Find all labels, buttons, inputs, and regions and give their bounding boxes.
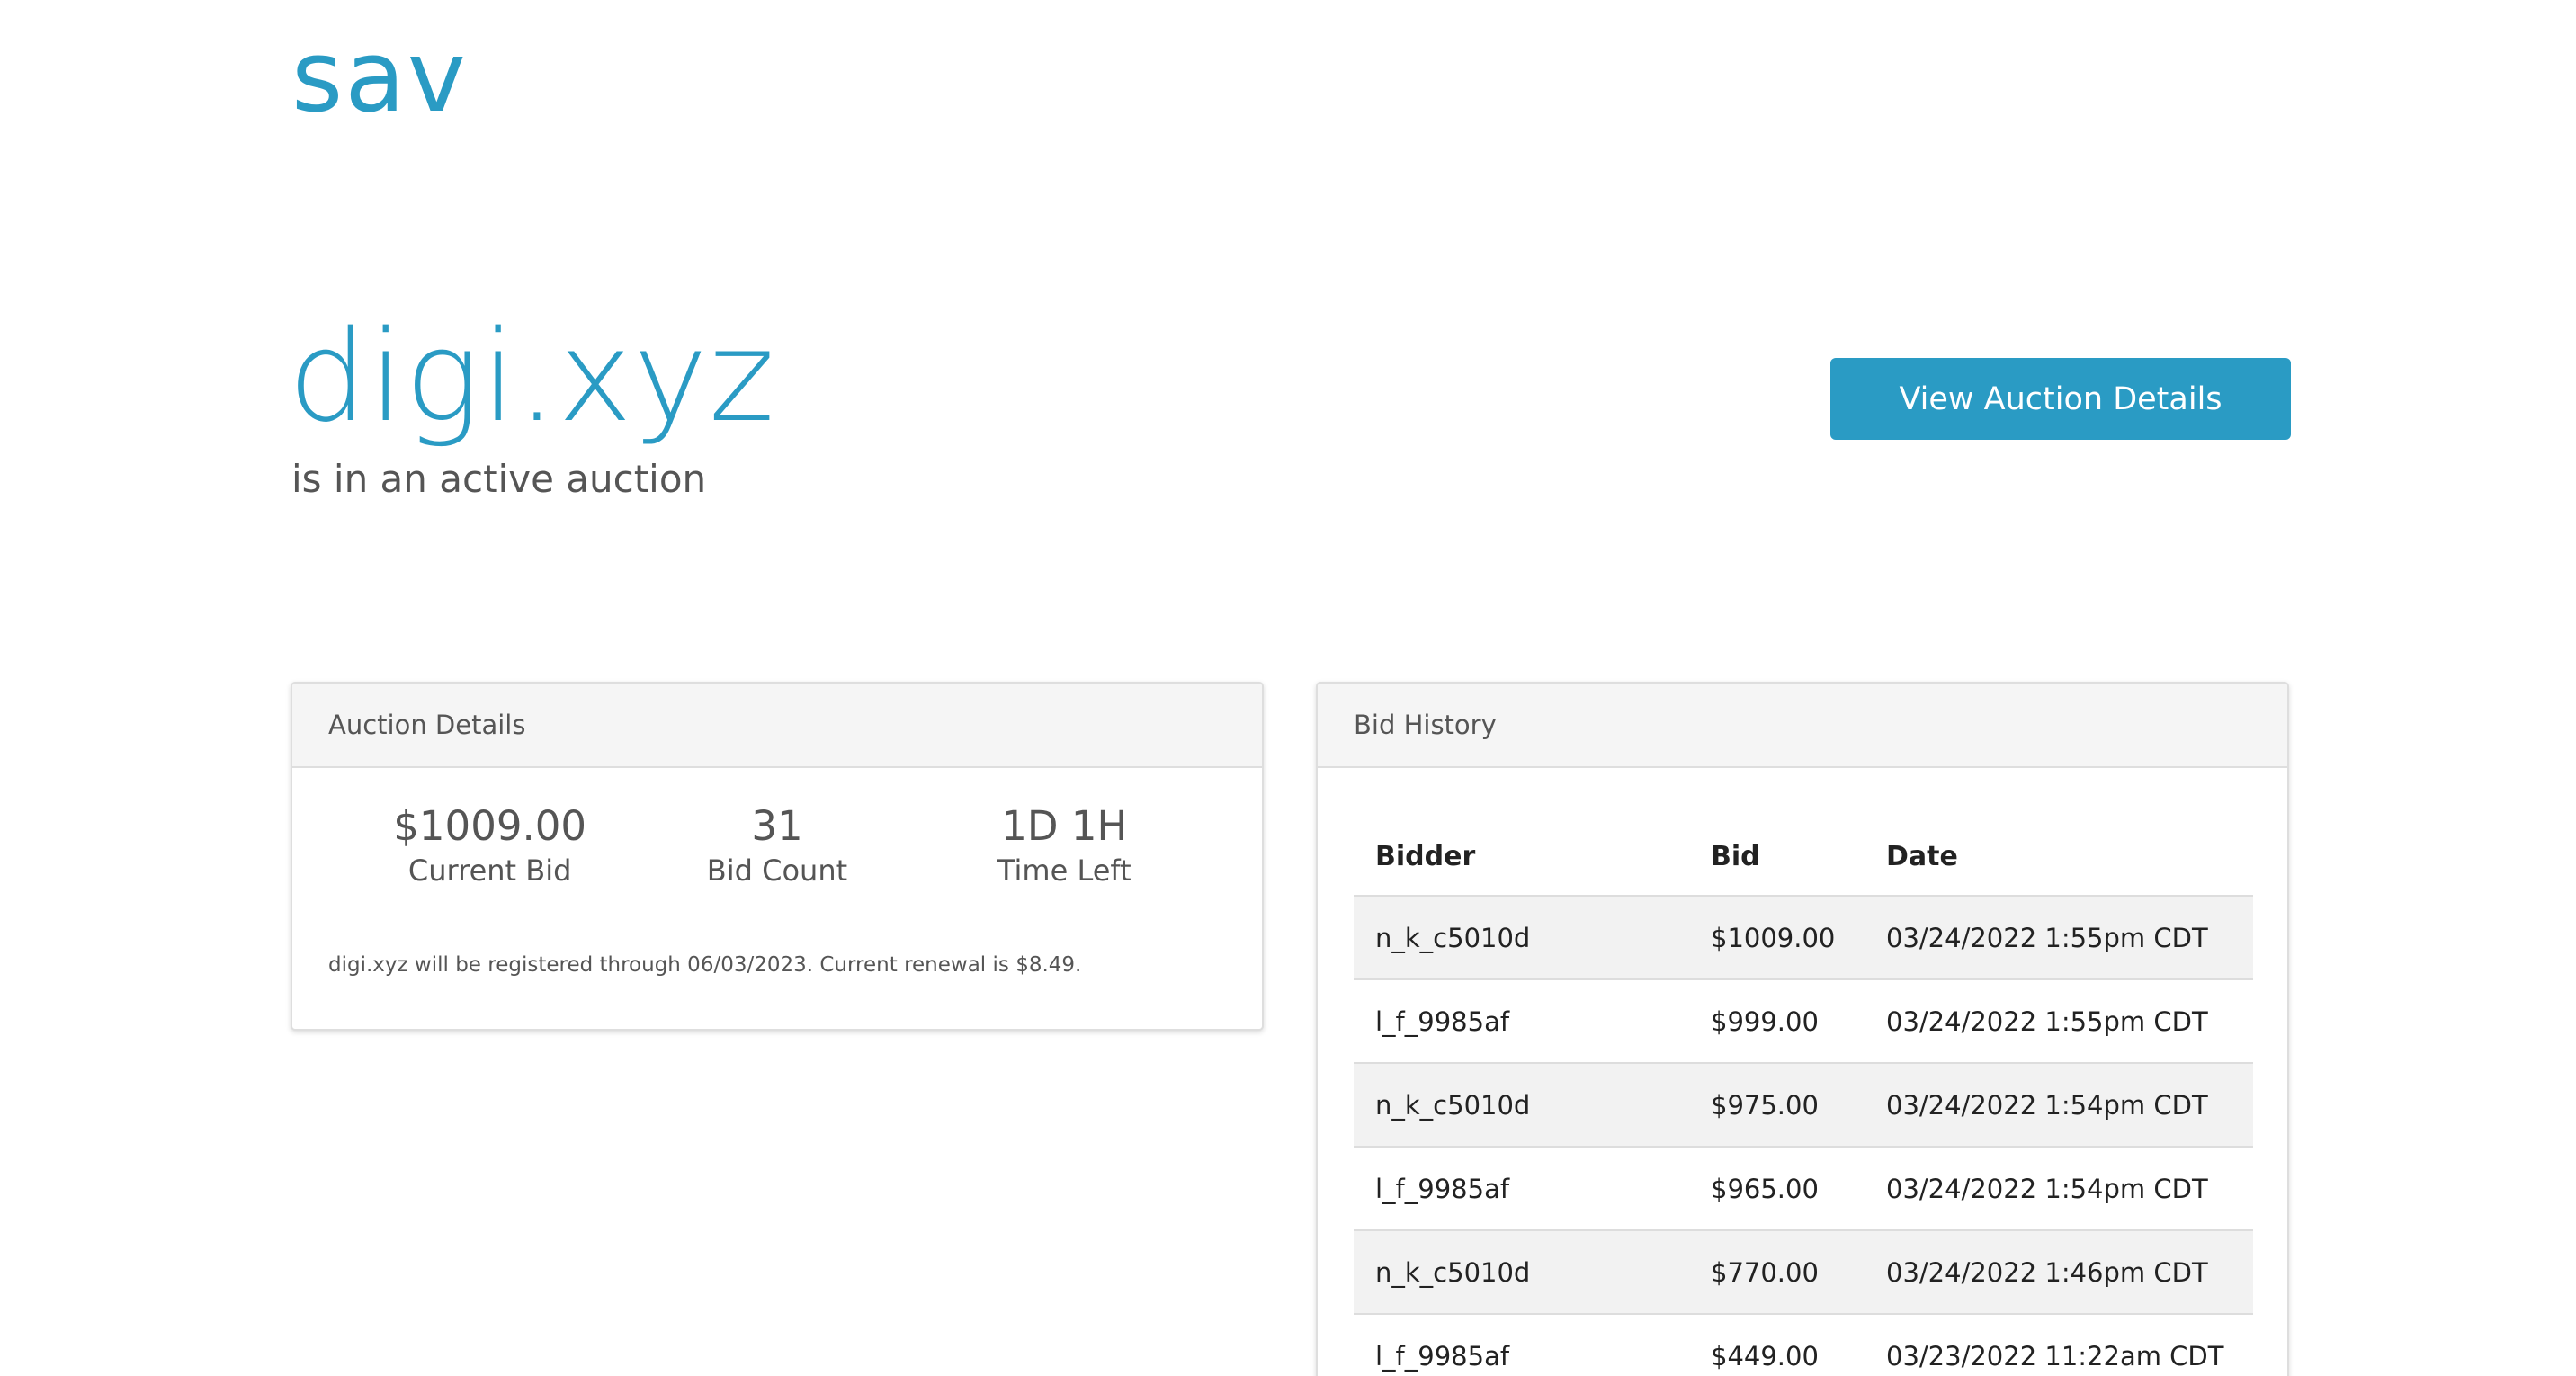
time-left-label: Time Left (997, 853, 1131, 888)
bid-cell: $449.00 (1689, 1314, 1865, 1376)
bid-history-heading: Bid History (1318, 684, 2287, 768)
date-cell: 03/24/2022 1:46pm CDT (1865, 1230, 2253, 1315)
bid-count-value: 31 (751, 802, 803, 850)
table-row: n_k_c5010d $1009.00 03/24/2022 1:55pm CD… (1354, 896, 2253, 980)
bid-history-table: Bidder Bid Date n_k_c5010d $1009.00 03/2… (1354, 818, 2253, 1376)
table-row: l_f_9985af $999.00 03/24/2022 1:55pm CDT (1354, 979, 2253, 1064)
table-row: n_k_c5010d $770.00 03/24/2022 1:46pm CDT (1354, 1230, 2253, 1315)
date-cell: 03/24/2022 1:54pm CDT (1865, 1063, 2253, 1148)
bid-count-stat: 31 Bid Count (642, 802, 912, 891)
bidder-cell: n_k_c5010d (1354, 896, 1689, 980)
time-left-value: 1D 1H (1001, 802, 1128, 850)
bid-cell: $770.00 (1689, 1230, 1865, 1315)
table-row: l_f_9985af $449.00 03/23/2022 11:22am CD… (1354, 1314, 2253, 1376)
bid-cell: $965.00 (1689, 1147, 1865, 1231)
auction-stats: $1009.00 Current Bid 31 Bid Count 1D 1H … (292, 802, 1262, 891)
auction-details-heading: Auction Details (292, 684, 1262, 768)
bid-history-panel: Bid History Bidder Bid Date n_k_c5010d $… (1316, 682, 2289, 1376)
date-cell: 03/24/2022 1:55pm CDT (1865, 979, 2253, 1064)
bidder-cell: l_f_9985af (1354, 1314, 1689, 1376)
bidder-cell: l_f_9985af (1354, 1147, 1689, 1231)
page: sav digi.xyz is in an active auction Vie… (0, 0, 2576, 1376)
column-header-bidder: Bidder (1354, 818, 1689, 897)
view-auction-details-button[interactable]: View Auction Details (1830, 358, 2291, 440)
date-cell: 03/24/2022 1:55pm CDT (1865, 896, 2253, 980)
bid-cell: $999.00 (1689, 979, 1865, 1064)
current-bid-label: Current Bid (407, 853, 572, 888)
site-logo[interactable]: sav (291, 27, 468, 126)
time-left-stat: 1D 1H Time Left (929, 802, 1199, 891)
current-bid-value: $1009.00 (393, 802, 587, 850)
auction-details-panel: Auction Details $1009.00 Current Bid 31 … (291, 682, 1264, 1031)
date-cell: 03/24/2022 1:54pm CDT (1865, 1147, 2253, 1231)
bid-cell: $1009.00 (1689, 896, 1865, 980)
bid-cell: $975.00 (1689, 1063, 1865, 1148)
bid-count-label: Bid Count (706, 853, 848, 888)
domain-title: digi.xyz (288, 304, 776, 451)
column-header-bid: Bid (1689, 818, 1865, 897)
table-header-row: Bidder Bid Date (1354, 818, 2253, 897)
date-cell: 03/23/2022 11:22am CDT (1865, 1314, 2253, 1376)
bidder-cell: n_k_c5010d (1354, 1230, 1689, 1315)
renewal-note: digi.xyz will be registered through 06/0… (328, 953, 1082, 977)
bidder-cell: l_f_9985af (1354, 979, 1689, 1064)
auction-status-text: is in an active auction (291, 457, 707, 501)
column-header-date: Date (1865, 818, 2253, 897)
current-bid-stat: $1009.00 Current Bid (355, 802, 625, 891)
bidder-cell: n_k_c5010d (1354, 1063, 1689, 1148)
table-row: l_f_9985af $965.00 03/24/2022 1:54pm CDT (1354, 1147, 2253, 1231)
table-row: n_k_c5010d $975.00 03/24/2022 1:54pm CDT (1354, 1063, 2253, 1148)
